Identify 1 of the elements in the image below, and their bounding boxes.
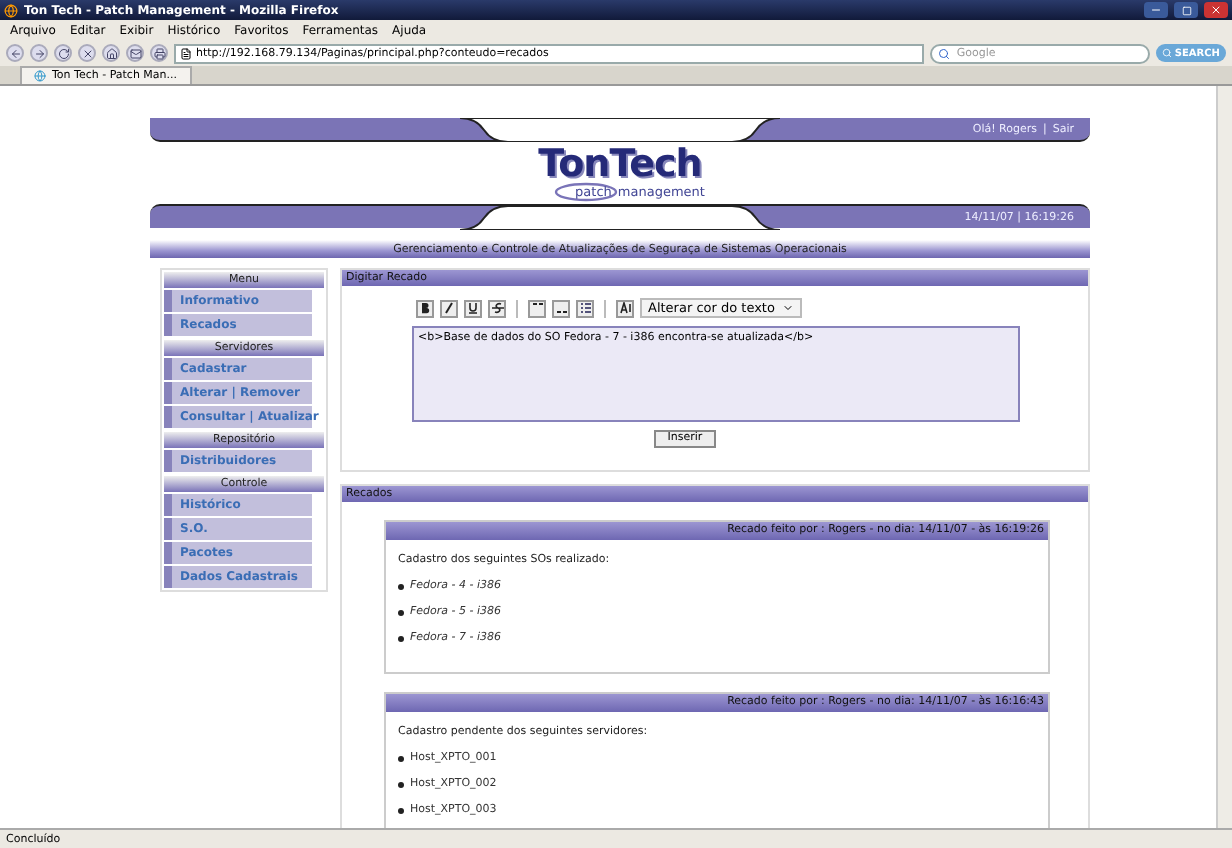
logo-text: TonTech [538, 146, 702, 184]
